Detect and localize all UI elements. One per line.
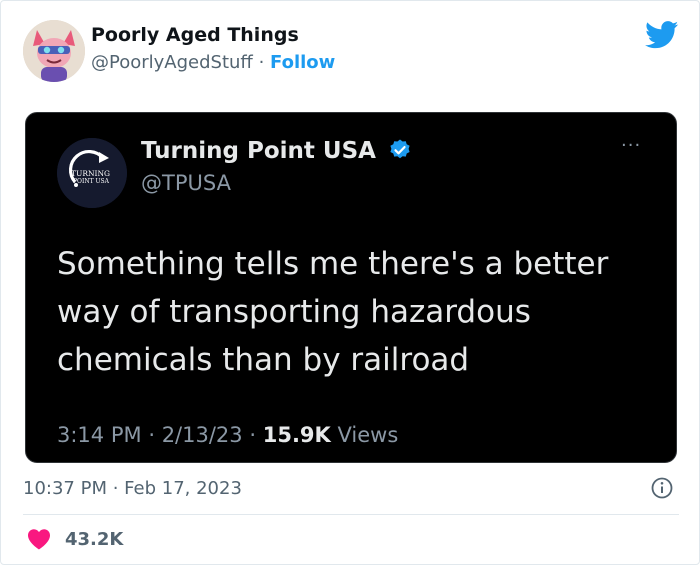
tpusa-logo-icon: TURNING POINT USA bbox=[57, 138, 127, 208]
twitter-bird-icon[interactable] bbox=[645, 21, 679, 49]
views-count: 15.9K bbox=[262, 423, 331, 447]
meta-separator: · bbox=[249, 423, 257, 447]
logo-text-line2: POINT USA bbox=[73, 178, 110, 185]
author-handle[interactable]: @PoorlyAgedStuff bbox=[91, 52, 253, 73]
heart-icon[interactable] bbox=[27, 528, 51, 550]
cartoon-avatar-icon bbox=[23, 20, 85, 82]
embedded-tweet-date: 2/13/23 bbox=[161, 423, 243, 447]
like-count: 43.2K bbox=[65, 529, 124, 550]
divider bbox=[23, 514, 679, 515]
handle-separator: · bbox=[258, 52, 265, 73]
embedded-tweet-text: Something tells me there's a better way … bbox=[57, 246, 609, 378]
author-avatar[interactable] bbox=[23, 20, 85, 82]
author-name[interactable]: Poorly Aged Things bbox=[91, 24, 299, 46]
embedded-tweet-meta: 3:14 PM · 2/13/23 · 15.9K Views bbox=[57, 423, 398, 447]
info-icon[interactable] bbox=[651, 477, 673, 499]
views-label: Views bbox=[337, 423, 399, 447]
logo-text-line1: TURNING bbox=[71, 169, 110, 178]
follow-button[interactable]: Follow bbox=[270, 52, 335, 73]
tweet-embed-card: Poorly Aged Things @PoorlyAgedStuff · Fo… bbox=[0, 0, 700, 565]
embedded-author-handle: @TPUSA bbox=[141, 171, 231, 195]
tpusa-logo: TURNING POINT USA bbox=[57, 138, 127, 208]
meta-separator: · bbox=[148, 423, 155, 447]
embedded-author-name: Turning Point USA bbox=[141, 138, 412, 164]
verified-badge-icon bbox=[390, 139, 410, 159]
embedded-tweet-time: 3:14 PM bbox=[57, 423, 142, 447]
tweet-timestamp[interactable]: 10:37 PM · Feb 17, 2023 bbox=[23, 478, 242, 499]
author-handle-line: @PoorlyAgedStuff · Follow bbox=[91, 52, 335, 73]
embedded-author-name-text: Turning Point USA bbox=[141, 138, 376, 164]
more-options-icon: ··· bbox=[621, 135, 642, 156]
embedded-tweet-screenshot: TURNING POINT USA Turning Point USA @TPU… bbox=[25, 112, 677, 463]
